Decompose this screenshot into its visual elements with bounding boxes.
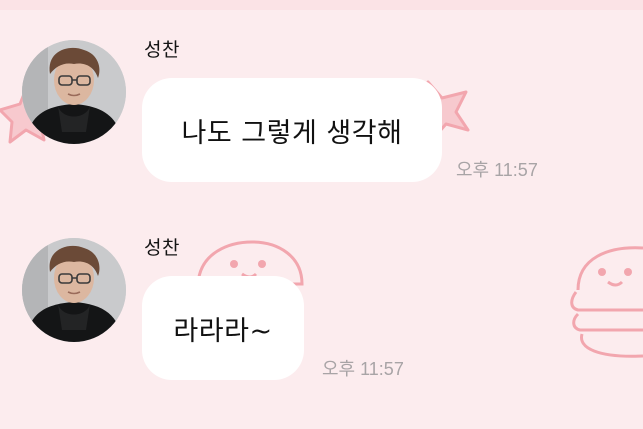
message-text: 라라라~ — [173, 315, 273, 347]
sender-name: 성찬 — [144, 237, 180, 259]
sender-name: 성찬 — [144, 39, 180, 61]
avatar[interactable] — [22, 238, 126, 342]
profile-photo-icon — [22, 238, 126, 342]
message-bubble[interactable]: 나도 그렇게 생각해 — [142, 78, 442, 182]
burger-doodle-icon — [570, 246, 643, 358]
message-text: 나도 그렇게 생각해 — [181, 117, 403, 149]
avatar[interactable] — [22, 40, 126, 144]
message-timestamp: 오후 11:57 — [322, 359, 404, 379]
message-timestamp: 오후 11:57 — [456, 160, 538, 180]
profile-photo-icon — [22, 40, 126, 144]
message-bubble[interactable]: 라라라~ — [142, 276, 304, 380]
top-strip — [0, 0, 643, 10]
